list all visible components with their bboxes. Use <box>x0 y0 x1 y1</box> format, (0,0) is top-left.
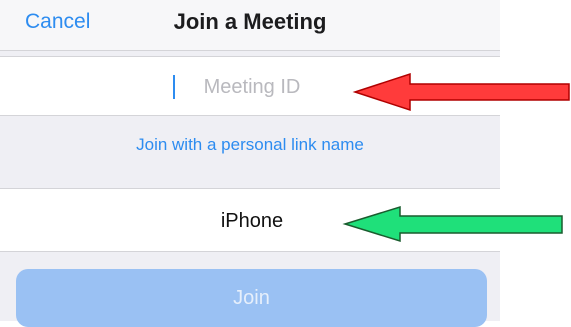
green-arrow-annotation <box>342 205 563 243</box>
join-meeting-panel: Cancel Join a Meeting Join with a person… <box>0 0 504 327</box>
green-arrow-shape <box>342 205 563 243</box>
red-arrow-annotation <box>352 72 570 112</box>
page-title: Join a Meeting <box>173 9 327 34</box>
red-arrow-shape <box>352 72 570 112</box>
text-caret <box>173 75 175 99</box>
join-button[interactable]: Join <box>16 269 487 327</box>
navigation-bar: Cancel Join a Meeting <box>0 0 500 51</box>
personal-link-row: Join with a personal link name <box>0 115 500 188</box>
personal-link-name-link[interactable]: Join with a personal link name <box>0 135 500 155</box>
